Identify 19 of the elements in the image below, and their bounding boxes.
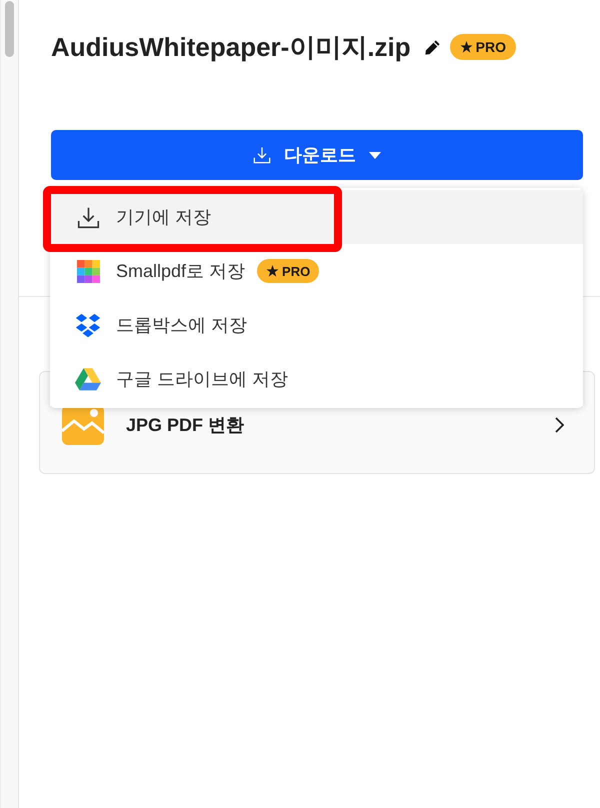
menu-item[interactable]: 기기에 저장 [50, 190, 583, 244]
scrollbar-thumb[interactable] [5, 1, 14, 57]
triangle-icon [75, 366, 101, 392]
download-icon [253, 146, 271, 164]
menu-item[interactable]: Smallpdf로 저장 PRO [50, 244, 583, 298]
chevron-right-icon [555, 416, 564, 432]
star-icon [266, 265, 280, 277]
file-name: AudiusWhitepaper-이미지.zip [51, 30, 411, 64]
color-grid-icon [77, 260, 100, 282]
menu-item[interactable]: 구글 드라이브에 저장 [50, 352, 583, 406]
star-icon [460, 41, 473, 53]
download-icon [77, 206, 100, 228]
caret-icon [369, 152, 381, 158]
pencil-icon[interactable] [424, 38, 441, 56]
download-button[interactable]: 다운로드 [51, 130, 583, 180]
menu-item[interactable]: 드롭박스에 저장 [50, 298, 583, 352]
pro-label: PRO [476, 39, 506, 55]
pro-label: PRO [282, 264, 310, 278]
diamond-box-icon [75, 312, 101, 338]
